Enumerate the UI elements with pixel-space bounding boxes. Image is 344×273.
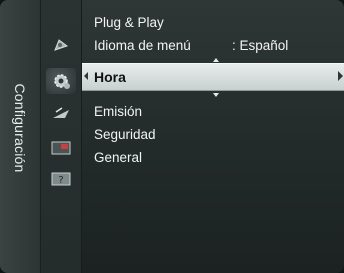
- menu-item-idioma[interactable]: Idioma de menú : Español: [94, 38, 288, 53]
- right-arrow-icon: [338, 71, 343, 81]
- scroll-down-icon: [213, 93, 219, 97]
- menu-item-label: Idioma de menú: [94, 38, 191, 53]
- svg-text:?: ?: [58, 175, 63, 186]
- menu-item-label: Plug & Play: [94, 15, 164, 30]
- scroll-up-icon: [213, 58, 219, 62]
- menu-item-seguridad[interactable]: Seguridad: [94, 127, 156, 142]
- category-sidebar: Configuración: [0, 0, 41, 273]
- picture-in-picture-icon[interactable]: [50, 139, 72, 157]
- input-icon[interactable]: [50, 36, 72, 54]
- menu-list: Plug & Play Idioma de menú : Español Emi…: [82, 0, 344, 273]
- menu-item-hora-selected[interactable]: Hora: [82, 63, 344, 91]
- left-arrow-icon: [84, 72, 88, 80]
- channel-satellite-icon[interactable]: [50, 105, 72, 123]
- settings-osd: Configuración ? Plug & Play Idioma de me…: [0, 0, 344, 273]
- menu-item-emision[interactable]: Emisión: [94, 104, 142, 119]
- menu-item-plug-and-play[interactable]: Plug & Play: [94, 15, 164, 30]
- setup-gear-icon[interactable]: [46, 68, 76, 94]
- category-title: Configuración: [12, 83, 28, 173]
- menu-item-label: Emisión: [94, 104, 143, 119]
- menu-item-general[interactable]: General: [94, 150, 142, 165]
- category-icon-column: ?: [41, 0, 82, 273]
- menu-item-value: : Español: [232, 38, 289, 53]
- menu-item-label: Seguridad: [94, 127, 156, 142]
- help-icon[interactable]: ?: [50, 170, 72, 188]
- menu-item-label: General: [94, 150, 143, 165]
- menu-item-label: Hora: [94, 69, 126, 85]
